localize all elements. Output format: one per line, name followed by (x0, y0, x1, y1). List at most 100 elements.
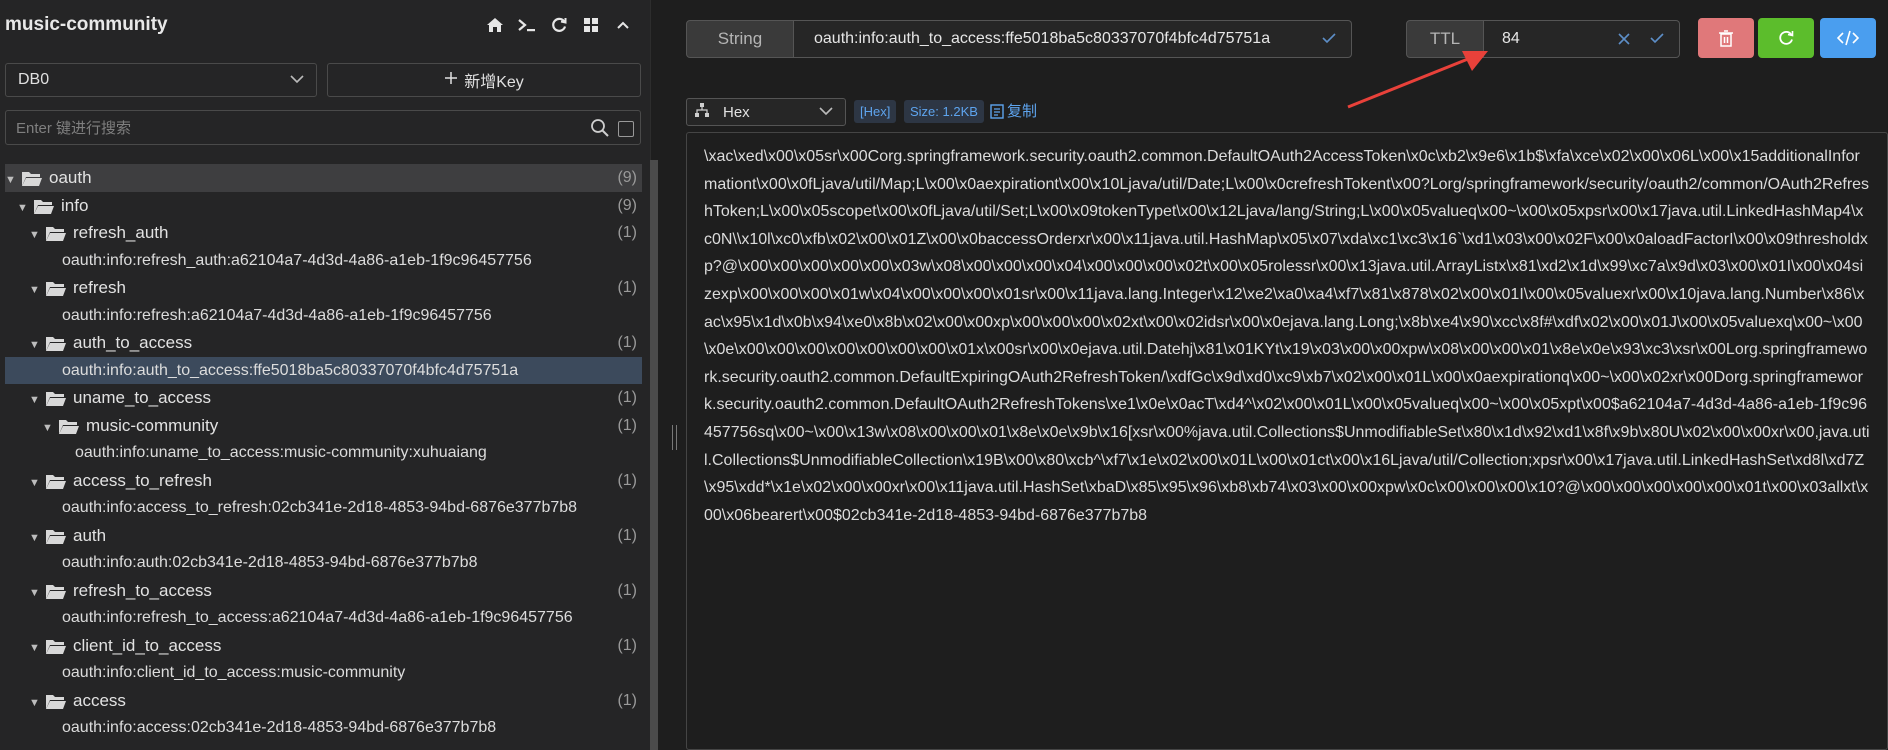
tree-count: (9) (617, 169, 637, 186)
value-text[interactable]: \xac\xed\x00\x05sr\x00Corg.springframewo… (704, 143, 1870, 529)
tree-key[interactable]: oauth:info:auth:02cb341e-2d18-4853-94bd-… (5, 549, 642, 577)
tree-label: access (73, 690, 126, 710)
connection-header: music-community (0, 0, 650, 52)
tree-key[interactable]: oauth:info:refresh_to_access:a62104a7-4d… (5, 604, 642, 632)
tree-count: (1) (617, 224, 637, 241)
folder-open-icon (46, 337, 66, 352)
tree-key[interactable]: oauth:info:refresh_auth:a62104a7-4d3d-4a… (5, 247, 642, 275)
chevron-up-icon[interactable] (612, 14, 634, 36)
caret-down-icon: ▼ (29, 394, 40, 406)
code-view-button[interactable] (1820, 18, 1876, 58)
splitter-grip-icon[interactable] (672, 425, 677, 450)
tree-key[interactable]: oauth:info:access_to_refresh:02cb341e-2d… (5, 494, 642, 522)
plus-icon (444, 71, 458, 90)
caret-down-icon: ▼ (29, 531, 40, 544)
folder-open-icon (46, 227, 66, 242)
chevron-down-icon (290, 71, 304, 89)
caret-down-icon: ▼ (29, 339, 40, 351)
db-select[interactable]: DB0 (5, 63, 317, 97)
grid-icon[interactable] (580, 14, 602, 36)
size-tag: Size: 1.2KB (904, 100, 984, 123)
key-name-field[interactable]: oauth:info:auth_to_access:ffe5018ba5c803… (794, 20, 1352, 58)
tree-label: refresh_auth (73, 223, 169, 242)
tree-count: (9) (617, 196, 637, 214)
refresh-icon (1779, 30, 1794, 45)
tree-label: access_to_refresh (73, 470, 212, 490)
tree-folder-info[interactable]: ▼ info (9) (5, 192, 642, 220)
tree-folder-client-id-to-access[interactable]: ▼ client_id_to_access (1) (5, 632, 642, 660)
tree-key[interactable]: oauth:info:access:02cb341e-2d18-4853-94b… (5, 714, 642, 742)
copy-button[interactable]: 复制 (990, 100, 1037, 123)
tree-label: oauth (49, 168, 92, 187)
tree-label: uname_to_access (73, 388, 211, 407)
key-tree: ▼ oauth (9) ▼ info (9) ▼ refresh_auth (1) o… (5, 164, 642, 742)
caret-down-icon: ▼ (29, 696, 40, 709)
tree-folder-access-to-refresh[interactable]: ▼ access_to_refresh (1) (5, 467, 642, 495)
tree-folder-auth[interactable]: ▼ auth (1) (5, 522, 642, 550)
check-icon[interactable] (1649, 30, 1665, 51)
home-icon[interactable] (484, 14, 506, 36)
caret-down-icon: ▼ (29, 641, 40, 654)
tree-folder-refresh[interactable]: ▼ refresh (1) (5, 274, 642, 302)
search-box (5, 110, 641, 146)
delete-key-button[interactable] (1698, 18, 1754, 58)
code-icon (1837, 30, 1859, 46)
ttl-value: 84 (1502, 30, 1520, 47)
format-select[interactable]: Hex (686, 98, 846, 126)
tree-count: (1) (617, 416, 637, 434)
tree-key[interactable]: oauth:info:client_id_to_access:music-com… (5, 659, 642, 687)
folder-open-icon (46, 392, 66, 407)
tree-label: info (61, 195, 89, 215)
key-name-value: oauth:info:auth_to_access:ffe5018ba5c803… (814, 30, 1271, 47)
copy-icon (990, 104, 1004, 119)
annotation-arrow (1347, 51, 1488, 109)
db-select-value: DB0 (18, 71, 50, 88)
folder-open-icon (59, 419, 79, 434)
tree-scrollbar[interactable] (650, 160, 658, 750)
refresh-key-button[interactable] (1758, 18, 1814, 58)
tree-count: (1) (617, 636, 637, 654)
tree-folder-oauth[interactable]: ▼ oauth (9) (5, 164, 642, 192)
caret-down-icon: ▼ (29, 229, 40, 241)
tree-count: (1) (617, 471, 637, 489)
tree-label: client_id_to_access (73, 635, 222, 655)
exact-match-checkbox[interactable] (618, 121, 634, 137)
tree-folder-refresh-to-access[interactable]: ▼ refresh_to_access (1) (5, 577, 642, 605)
add-key-button[interactable]: 新增Key (327, 63, 641, 97)
tree-folder-music-community[interactable]: ▼ music-community (1) (5, 412, 642, 440)
folder-open-icon (46, 639, 66, 654)
tree-folder-auth-to-access[interactable]: ▼ auth_to_access (1) (5, 329, 642, 357)
tree-count: (1) (617, 526, 637, 544)
tree-key-selected[interactable]: oauth:info:auth_to_access:ffe5018ba5c803… (5, 356, 642, 384)
search-icon[interactable] (590, 118, 610, 143)
search-input[interactable] (14, 111, 578, 146)
tree-count: (1) (617, 389, 637, 406)
refresh-icon[interactable] (548, 14, 570, 36)
caret-down-icon: ▼ (29, 586, 40, 599)
tree-folder-uname-to-access[interactable]: ▼ uname_to_access (1) (5, 384, 642, 412)
value-editor[interactable]: \xac\xed\x00\x05sr\x00Corg.springframewo… (686, 132, 1888, 750)
tree-label: refresh (73, 278, 126, 297)
check-icon[interactable] (1321, 30, 1337, 51)
panel-splitter[interactable] (668, 0, 680, 750)
tree-label: music-community (86, 415, 219, 435)
caret-down-icon: ▼ (29, 476, 40, 489)
ttl-field[interactable]: 84 (1484, 20, 1680, 58)
tree-folder-refresh-auth[interactable]: ▼ refresh_auth (1) (5, 219, 642, 247)
caret-down-icon: ▼ (5, 174, 16, 186)
caret-down-icon: ▼ (42, 421, 53, 434)
format-select-value: Hex (723, 103, 750, 121)
connection-name[interactable]: music-community (5, 14, 168, 36)
tree-key[interactable]: oauth:info:uname_to_access:music-communi… (5, 439, 642, 467)
tree-key[interactable]: oauth:info:refresh:a62104a7-4d3d-4a86-a1… (5, 302, 642, 330)
caret-down-icon: ▼ (29, 284, 40, 296)
add-key-label: 新增Key (464, 74, 524, 91)
tree-count: (1) (617, 581, 637, 599)
caret-down-icon: ▼ (17, 201, 28, 214)
connection-toolbar (484, 14, 634, 36)
close-icon[interactable] (1617, 30, 1631, 51)
folder-open-icon (46, 282, 66, 297)
tree-folder-access[interactable]: ▼ access (1) (5, 687, 642, 715)
terminal-icon[interactable] (516, 14, 538, 36)
key-browser-panel: music-community DB0 新增Key Enter 键进行搜索 ▼ … (0, 0, 651, 750)
